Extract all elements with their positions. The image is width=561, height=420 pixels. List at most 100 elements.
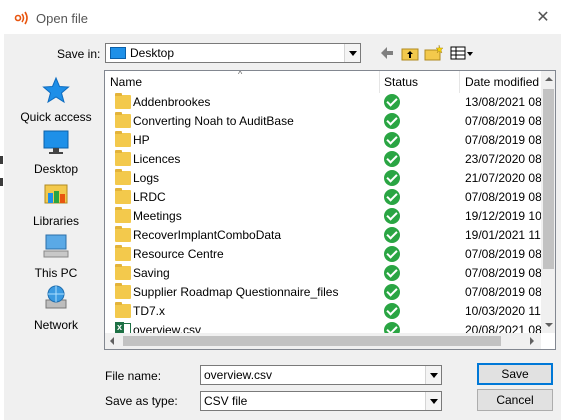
file-name: Meetings bbox=[133, 209, 182, 223]
column-header-row: ^ Name Status Date modified bbox=[105, 71, 541, 93]
file-name: LRDC bbox=[133, 190, 166, 204]
scroll-up-icon[interactable] bbox=[541, 71, 555, 87]
place-this-pc[interactable]: This PC bbox=[14, 232, 98, 284]
place-quick-access[interactable]: Quick access bbox=[14, 76, 98, 128]
file-date-modified: 19/01/2021 11: bbox=[465, 228, 541, 242]
horizontal-scroll-thumb[interactable] bbox=[123, 336, 501, 346]
open-file-dialog: Open file ✕ Save in: Desktop Quick acces… bbox=[4, 0, 561, 420]
file-row[interactable]: TD7.x 10/03/2020 11: bbox=[105, 302, 541, 321]
file-row[interactable]: Saving 07/08/2019 08: bbox=[105, 264, 541, 283]
folder-icon bbox=[115, 207, 131, 223]
column-divider[interactable] bbox=[379, 71, 380, 93]
vertical-scrollbar[interactable] bbox=[541, 71, 555, 333]
network-icon bbox=[45, 285, 67, 309]
file-name: Resource Centre bbox=[133, 247, 224, 261]
folder-icon bbox=[115, 131, 131, 147]
file-date-modified: 07/08/2019 08: bbox=[465, 247, 541, 261]
place-label: Network bbox=[33, 318, 78, 332]
file-name: Converting Noah to AuditBase bbox=[133, 114, 294, 128]
sort-ascending-icon: ^ bbox=[238, 70, 243, 79]
background-mark bbox=[0, 156, 3, 164]
file-row[interactable]: LRDC 07/08/2019 08: bbox=[105, 188, 541, 207]
synced-check-icon bbox=[384, 132, 400, 148]
place-label: Libraries bbox=[32, 214, 80, 228]
horizontal-scrollbar[interactable] bbox=[105, 333, 541, 349]
background-mark bbox=[0, 178, 3, 186]
close-button[interactable]: ✕ bbox=[528, 6, 558, 30]
desktop-small-icon bbox=[110, 47, 126, 59]
synced-check-icon bbox=[384, 246, 400, 262]
file-row[interactable]: RecoverImplantComboData 19/01/2021 11: bbox=[105, 226, 541, 245]
file-date-modified: 07/08/2019 08: bbox=[465, 114, 541, 128]
file-date-modified: 10/03/2020 11: bbox=[465, 304, 541, 318]
title-bar: Open file ✕ bbox=[4, 0, 561, 34]
chevron-down-icon[interactable] bbox=[425, 392, 441, 410]
file-date-modified: 21/07/2020 08: bbox=[465, 171, 541, 185]
folder-icon bbox=[115, 264, 131, 280]
back-arrow-icon[interactable] bbox=[380, 44, 394, 62]
folder-icon bbox=[115, 245, 131, 261]
file-date-modified: 07/08/2019 08: bbox=[465, 285, 541, 299]
folder-icon bbox=[115, 150, 131, 166]
file-name: TD7.x bbox=[133, 304, 166, 318]
folder-icon bbox=[115, 112, 131, 128]
synced-check-icon bbox=[384, 151, 400, 167]
file-row[interactable]: HP 07/08/2019 08: bbox=[105, 131, 541, 150]
file-row[interactable]: Logs 21/07/2020 08: bbox=[105, 169, 541, 188]
chevron-down-icon[interactable] bbox=[344, 44, 360, 62]
file-name-input[interactable]: overview.csv bbox=[200, 365, 442, 385]
vertical-scroll-thumb[interactable] bbox=[543, 89, 554, 269]
file-name: RecoverImplantComboData bbox=[133, 228, 282, 242]
file-list[interactable]: ^ Name Status Date modified Addenbrookes… bbox=[104, 70, 556, 350]
synced-check-icon bbox=[384, 227, 400, 243]
save-in-value: Desktop bbox=[130, 46, 175, 60]
new-folder-icon[interactable] bbox=[424, 44, 444, 62]
view-menu-icon[interactable] bbox=[450, 44, 474, 62]
column-divider[interactable] bbox=[459, 71, 460, 93]
place-network[interactable]: Network bbox=[14, 284, 98, 336]
synced-check-icon bbox=[384, 284, 400, 300]
file-name: HP bbox=[133, 133, 150, 147]
file-name: Supplier Roadmap Questionnaire_files bbox=[133, 285, 339, 299]
file-row[interactable]: Licences 23/07/2020 08: bbox=[105, 150, 541, 169]
computer-icon bbox=[43, 234, 69, 258]
column-header-name[interactable]: Name bbox=[110, 75, 142, 89]
window-title: Open file bbox=[36, 11, 89, 26]
synced-check-icon bbox=[384, 303, 400, 319]
folder-icon bbox=[115, 302, 131, 318]
scroll-right-icon[interactable] bbox=[525, 333, 541, 349]
save-button[interactable]: Save bbox=[477, 363, 553, 385]
synced-check-icon bbox=[384, 94, 400, 110]
file-row[interactable]: Meetings 19/12/2019 10: bbox=[105, 207, 541, 226]
file-date-modified: 07/08/2019 08: bbox=[465, 190, 541, 204]
save-as-type-label: Save as type: bbox=[105, 394, 178, 408]
cancel-button[interactable]: Cancel bbox=[477, 389, 553, 411]
save-as-type-dropdown[interactable]: CSV file bbox=[200, 391, 442, 411]
file-row[interactable]: Supplier Roadmap Questionnaire_files 07/0… bbox=[105, 283, 541, 302]
file-name: Addenbrookes bbox=[133, 95, 211, 109]
file-row[interactable]: Addenbrookes 13/08/2021 08: bbox=[105, 93, 541, 112]
file-row[interactable]: Resource Centre 07/08/2019 08: bbox=[105, 245, 541, 264]
place-desktop[interactable]: Desktop bbox=[14, 128, 98, 180]
file-date-modified: 23/07/2020 08: bbox=[465, 152, 541, 166]
scroll-down-icon[interactable] bbox=[541, 317, 555, 333]
place-libraries[interactable]: Libraries bbox=[14, 180, 98, 232]
save-as-type-value: CSV file bbox=[204, 394, 248, 408]
file-name: Saving bbox=[133, 266, 170, 280]
file-date-modified: 07/08/2019 08: bbox=[465, 266, 541, 280]
chevron-down-icon[interactable] bbox=[425, 366, 441, 384]
close-icon: ✕ bbox=[536, 9, 550, 26]
desktop-icon bbox=[43, 130, 69, 154]
file-row[interactable]: Converting Noah to AuditBase 07/08/2019 0… bbox=[105, 112, 541, 131]
column-header-date-modified[interactable]: Date modified bbox=[465, 75, 539, 89]
folder-icon bbox=[115, 188, 131, 204]
places-bar: Quick access Desktop Libraries This PC N… bbox=[14, 70, 98, 340]
save-in-dropdown[interactable]: Desktop bbox=[105, 43, 361, 63]
file-date-modified: 07/08/2019 08: bbox=[465, 133, 541, 147]
up-folder-icon[interactable] bbox=[401, 44, 419, 62]
folder-icon bbox=[115, 93, 131, 109]
scroll-left-icon[interactable] bbox=[105, 333, 121, 349]
file-name-label: File name: bbox=[105, 369, 162, 383]
column-header-status[interactable]: Status bbox=[384, 75, 418, 89]
folder-icon bbox=[115, 169, 131, 185]
